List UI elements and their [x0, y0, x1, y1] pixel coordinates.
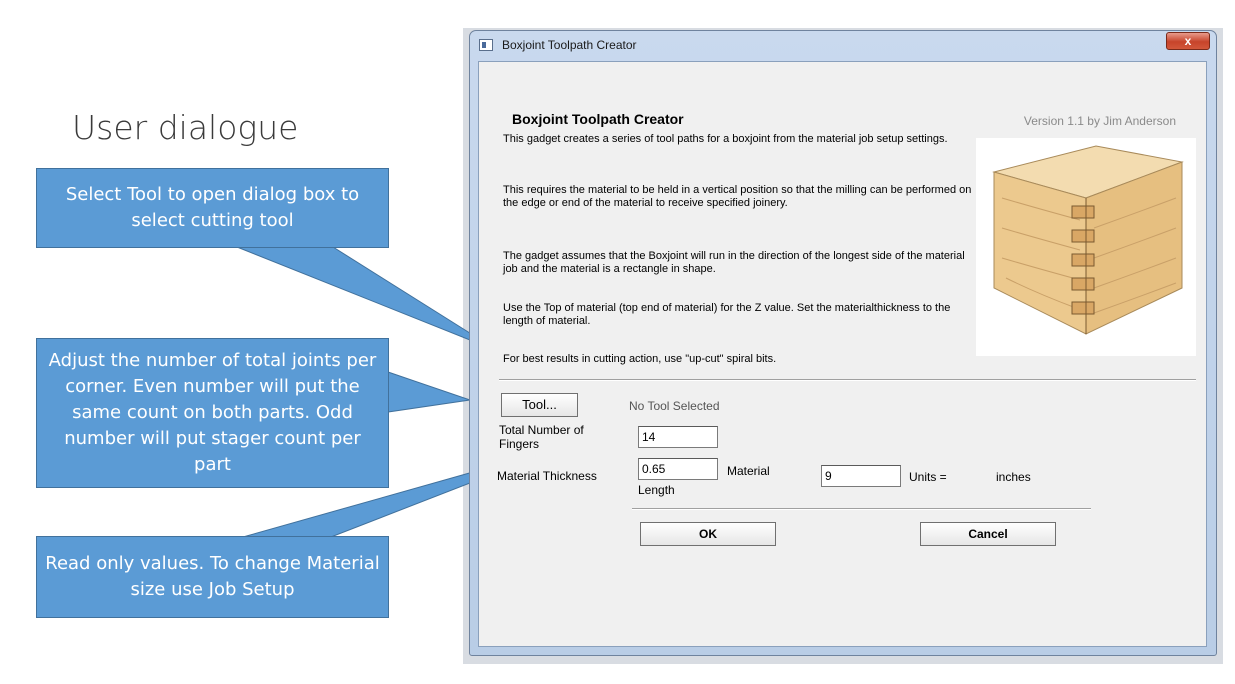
units-value: inches	[996, 470, 1031, 484]
close-button[interactable]: x	[1166, 32, 1210, 50]
app-icon	[479, 39, 493, 51]
dialog-header-title: Boxjoint Toolpath Creator	[512, 111, 684, 127]
fingers-input[interactable]	[638, 426, 718, 448]
callout-1-pointer	[236, 246, 501, 353]
fingers-label: Total Number of Fingers	[499, 423, 584, 451]
separator	[499, 379, 1196, 381]
description-paragraph: The gadget assumes that the Boxjoint wil…	[503, 250, 965, 275]
boxjoint-dialog-window: Boxjoint Toolpath Creator x Boxjoint Too…	[469, 30, 1217, 656]
callout-2-pointer	[387, 371, 471, 413]
title-bar[interactable]: Boxjoint Toolpath Creator x	[470, 31, 1216, 59]
units-label: Units =	[909, 470, 947, 484]
description-paragraph: For best results in cutting action, use …	[503, 353, 777, 365]
slide-title: User dialogue	[72, 108, 299, 147]
callout-select-tool: Select Tool to open dialog box to select…	[36, 168, 389, 248]
length-field	[821, 465, 901, 487]
description-paragraph: This requires the material to be held in…	[503, 184, 972, 209]
callout-read-only: Read only values. To change Material siz…	[36, 536, 389, 618]
length-label: Material	[727, 464, 770, 478]
length-label-continued: Length	[638, 483, 675, 497]
ok-button[interactable]: OK	[640, 522, 776, 546]
boxjoint-illustration	[976, 138, 1196, 356]
separator	[632, 508, 1091, 510]
tool-button[interactable]: Tool...	[501, 393, 578, 417]
thickness-label: Material Thickness	[497, 469, 597, 483]
description-paragraph: Use the Top of material (top end of mate…	[503, 302, 951, 327]
callout-adjust-joints: Adjust the number of total joints per co…	[36, 338, 389, 488]
description-paragraph: This gadget creates a series of tool pat…	[503, 133, 948, 145]
tool-status-label: No Tool Selected	[629, 399, 720, 413]
dialog-client-area: Boxjoint Toolpath Creator Version 1.1 by…	[478, 61, 1207, 647]
thickness-field	[638, 458, 718, 480]
version-text: Version 1.1 by Jim Anderson	[1023, 114, 1176, 128]
window-title: Boxjoint Toolpath Creator	[502, 38, 637, 52]
cancel-button[interactable]: Cancel	[920, 522, 1056, 546]
